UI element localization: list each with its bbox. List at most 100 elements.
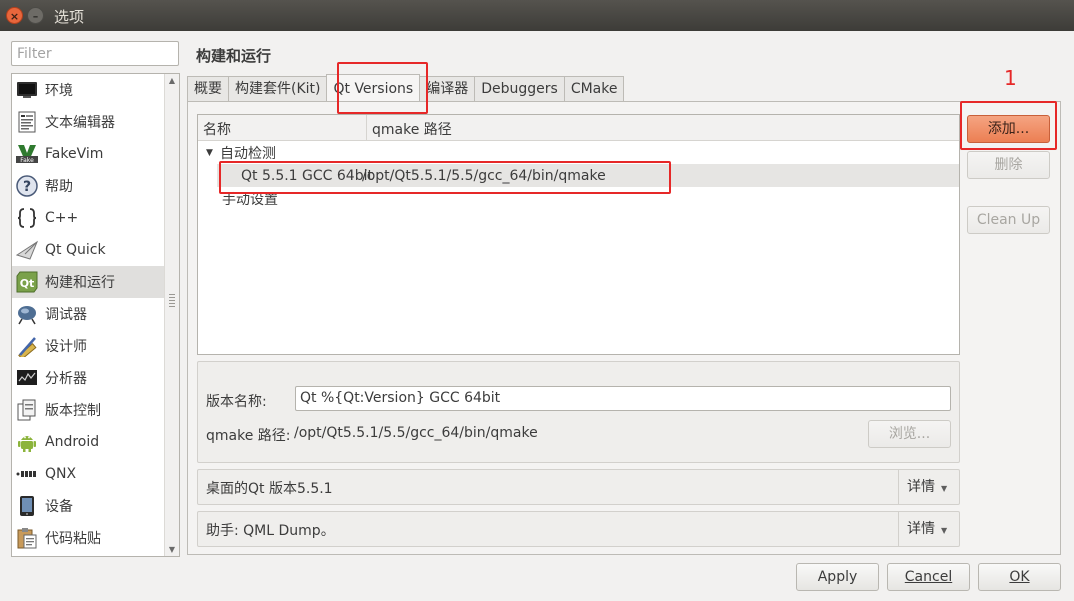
device-phone-icon xyxy=(16,495,38,517)
tree-header: 名称 qmake 路径 xyxy=(198,115,959,141)
braces-icon xyxy=(16,207,38,229)
nav-item-label: 代码粘贴 xyxy=(45,531,101,547)
nav-item-help[interactable]: ? 帮助 xyxy=(12,170,165,202)
fakevim-icon: Fake xyxy=(16,143,38,165)
tree-group-auto-detected[interactable]: ▼ 自动检测 xyxy=(198,141,959,164)
nav-item-text-editor[interactable]: 文本编辑器 xyxy=(12,106,165,138)
nav-item-label: 调试器 xyxy=(45,307,87,323)
nav-item-label: 构建和运行 xyxy=(45,275,115,291)
nav-item-qt-quick[interactable]: Qt Quick xyxy=(12,234,165,266)
version-details-group xyxy=(197,361,960,463)
version-name-label: 版本名称: xyxy=(206,394,267,410)
clipboard-icon xyxy=(16,527,38,549)
version-name-input[interactable]: Qt %{Qt:Version} GCC 64bit xyxy=(295,386,951,411)
group-label: 自动检测 xyxy=(220,145,276,162)
page-title: 构建和运行 xyxy=(196,47,272,65)
android-icon xyxy=(16,431,38,453)
details-toggle-button[interactable]: 详情 ▼ xyxy=(898,512,959,546)
nav-item-label: C++ xyxy=(45,210,79,226)
cancel-button[interactable]: Cancel xyxy=(887,563,970,591)
svg-text:Qt: Qt xyxy=(20,277,35,290)
apply-button[interactable]: Apply xyxy=(796,563,879,591)
paper-plane-icon xyxy=(16,239,38,261)
column-header-name[interactable]: 名称 xyxy=(198,115,367,140)
svg-text:Fake: Fake xyxy=(20,157,34,164)
close-window-button[interactable]: × xyxy=(6,7,23,24)
nav-item-label: Android xyxy=(45,434,100,450)
tree-group-manual[interactable]: 手动设置 xyxy=(198,187,959,210)
column-header-qmake-path[interactable]: qmake 路径 xyxy=(367,115,457,140)
info-row-desktop-qt: 桌面的Qt 版本5.5.1 详情 ▼ xyxy=(197,469,960,505)
close-icon: × xyxy=(9,10,20,23)
tab-overview[interactable]: 概要 xyxy=(187,76,229,102)
tab-kits[interactable]: 构建套件(Kit) xyxy=(228,76,328,102)
info-text: 助手: QML Dump。 xyxy=(206,523,335,539)
nav-item-label: 设备 xyxy=(45,499,73,515)
clean-up-button[interactable]: Clean Up xyxy=(967,206,1050,234)
tab-bar: 概要 构建套件(Kit) Qt Versions 编译器 Debuggers C… xyxy=(187,74,625,102)
version-qmake-path: /opt/Qt5.5.1/5.5/gcc_64/bin/qmake xyxy=(362,167,606,184)
nav-item-environment[interactable]: 环境 xyxy=(12,74,165,106)
dropdown-arrow-icon: ▼ xyxy=(941,484,948,493)
expand-arrow-icon[interactable]: ▼ xyxy=(206,148,215,158)
browse-button[interactable]: 浏览... xyxy=(868,420,951,448)
nav-item-debugger[interactable]: 调试器 xyxy=(12,298,165,330)
help-icon: ? xyxy=(16,175,38,197)
minimize-window-button[interactable]: – xyxy=(27,7,44,24)
nav-item-devices[interactable]: 设备 xyxy=(12,490,165,522)
nav-item-android[interactable]: Android xyxy=(12,426,165,458)
info-text: 桌面的Qt 版本5.5.1 xyxy=(206,481,333,497)
details-toggle-button[interactable]: 详情 ▼ xyxy=(898,470,959,504)
scroll-up-icon[interactable]: ▲ xyxy=(168,76,176,85)
group-label: 手动设置 xyxy=(222,191,278,208)
minimize-icon: – xyxy=(32,10,39,23)
info-row-qml-dump: 助手: QML Dump。 详情 ▼ xyxy=(197,511,960,547)
dropdown-arrow-icon: ▼ xyxy=(941,526,948,535)
nav-item-cpp[interactable]: C++ xyxy=(12,202,165,234)
nav-item-label: Qt Quick xyxy=(45,242,106,258)
window-title: 选项 xyxy=(54,8,85,26)
nav-item-label: QNX xyxy=(45,466,77,482)
annotation-step-number: 1 xyxy=(1004,66,1017,90)
nav-item-analyzer[interactable]: 分析器 xyxy=(12,362,165,394)
nav-item-fakevim[interactable]: Fake FakeVim xyxy=(12,138,165,170)
debugger-bug-icon xyxy=(16,303,38,325)
nav-item-build-run[interactable]: Qt 构建和运行 xyxy=(12,266,165,298)
qnx-logo-icon xyxy=(16,463,38,485)
version-control-icon xyxy=(16,399,38,421)
nav-item-label: 分析器 xyxy=(45,371,87,387)
options-category-list: 环境 文本编辑器 Fake FakeVim ? 帮助 C++ Qt Quick … xyxy=(11,73,180,557)
nav-item-label: FakeVim xyxy=(45,146,104,162)
version-name: Qt 5.5.1 GCC 64bit xyxy=(241,167,373,184)
filter-input[interactable] xyxy=(11,41,179,66)
tree-row-qt-version[interactable]: Qt 5.5.1 GCC 64bit /opt/Qt5.5.1/5.5/gcc_… xyxy=(217,164,959,187)
ok-button[interactable]: OK xyxy=(978,563,1061,591)
analyzer-chart-icon xyxy=(16,367,38,389)
qt-versions-tree[interactable]: 名称 qmake 路径 ▼ 自动检测 Qt 5.5.1 GCC 64bit /o… xyxy=(197,114,960,355)
monitor-icon xyxy=(16,79,38,101)
remove-button[interactable]: 删除 xyxy=(967,151,1050,179)
nav-item-designer[interactable]: 设计师 xyxy=(12,330,165,362)
add-button[interactable]: 添加... xyxy=(967,115,1050,143)
title-bar: × – 选项 xyxy=(0,0,1074,31)
tab-qt-versions[interactable]: Qt Versions xyxy=(326,74,421,102)
nav-item-label: 环境 xyxy=(45,83,73,99)
nav-item-version-control[interactable]: 版本控制 xyxy=(12,394,165,426)
nav-item-label: 文本编辑器 xyxy=(45,115,115,131)
qmake-path-value: /opt/Qt5.5.1/5.5/gcc_64/bin/qmake xyxy=(294,425,538,441)
nav-scrollbar[interactable]: ▲ ▼ xyxy=(164,74,179,556)
nav-item-label: 版本控制 xyxy=(45,403,101,419)
svg-text:?: ? xyxy=(23,179,31,195)
tab-compilers[interactable]: 编译器 xyxy=(419,76,476,102)
tab-cmake[interactable]: CMake xyxy=(563,76,625,102)
text-document-icon xyxy=(16,111,38,133)
scrollbar-grip[interactable] xyxy=(169,294,175,308)
nav-item-label: 设计师 xyxy=(45,339,87,355)
qmake-path-label: qmake 路径: xyxy=(206,428,291,444)
nav-item-code-paster[interactable]: 代码粘贴 xyxy=(12,522,165,554)
tab-debuggers[interactable]: Debuggers xyxy=(474,76,565,102)
qt-build-run-icon: Qt xyxy=(16,271,38,293)
nav-item-qnx[interactable]: QNX xyxy=(12,458,165,490)
scroll-down-icon[interactable]: ▼ xyxy=(168,545,176,554)
pen-ruler-icon xyxy=(16,335,38,357)
